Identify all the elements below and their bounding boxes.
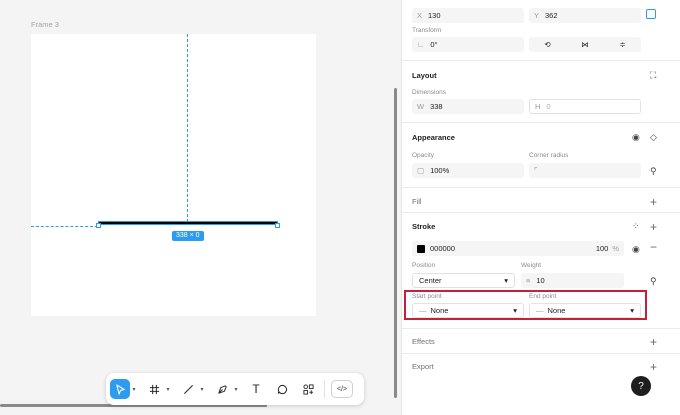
line-tool-icon[interactable] bbox=[178, 379, 198, 399]
blend-mode-icon[interactable]: ◇ bbox=[650, 132, 657, 143]
help-button[interactable]: ? bbox=[631, 376, 651, 396]
text-tool-icon[interactable]: T bbox=[246, 379, 266, 399]
size-badge: 338 × 0 bbox=[172, 231, 204, 241]
rotation-icon: ∟ bbox=[417, 40, 425, 49]
width-field[interactable]: W 338 bbox=[412, 99, 524, 114]
highlight-box bbox=[404, 290, 647, 320]
y-value: 362 bbox=[545, 11, 558, 20]
add-stroke-icon[interactable]: + bbox=[650, 221, 657, 233]
pen-tool-chevron-icon[interactable]: ▾ bbox=[232, 386, 240, 393]
move-tool-chevron-icon[interactable]: ▾ bbox=[130, 386, 138, 393]
flip-horizontal-icon[interactable]: ⋈ bbox=[581, 40, 589, 49]
constraints-icon[interactable] bbox=[646, 9, 656, 19]
stroke-opacity: 100 bbox=[595, 244, 609, 253]
x-value: 130 bbox=[428, 11, 441, 20]
divider bbox=[402, 353, 680, 354]
rotate-90-icon[interactable]: ⟲ bbox=[544, 40, 550, 49]
stroke-styles-icon[interactable]: ⁘ bbox=[632, 221, 640, 232]
fill-title: Fill bbox=[412, 197, 422, 206]
vertical-guide bbox=[187, 34, 188, 222]
layout-title: Layout bbox=[412, 71, 437, 80]
corner-radius-icon: ⌜ bbox=[534, 166, 538, 175]
dimensions-label: Dimensions bbox=[412, 89, 446, 96]
end-handle[interactable] bbox=[275, 223, 280, 228]
add-fill-icon[interactable]: + bbox=[650, 196, 657, 208]
corner-radius-field[interactable]: ⌜ bbox=[529, 163, 641, 178]
opacity-field[interactable]: ▢ 100% bbox=[412, 163, 524, 178]
add-export-icon[interactable]: + bbox=[650, 361, 657, 373]
divider bbox=[402, 187, 680, 188]
resize-to-fit-icon[interactable]: ⛶ bbox=[650, 70, 656, 81]
h-label: H bbox=[535, 102, 541, 111]
toolbar-divider bbox=[324, 380, 325, 398]
canvas[interactable]: Frame 3 338 × 0 ▾ ▾ ▾ ▾ T </> bbox=[0, 0, 401, 415]
stroke-weight-icon: ≡ bbox=[526, 276, 531, 285]
rotation-value: 0° bbox=[430, 40, 438, 49]
x-position-field[interactable]: X 130 bbox=[412, 8, 524, 23]
opacity-icon: ▢ bbox=[417, 166, 425, 175]
stroke-color-swatch[interactable] bbox=[417, 244, 425, 253]
stroke-position-select[interactable]: Center ▾ bbox=[412, 273, 515, 288]
frame[interactable] bbox=[31, 34, 316, 316]
frame-tool-chevron-icon[interactable]: ▾ bbox=[164, 386, 172, 393]
line-tool-chevron-icon[interactable]: ▾ bbox=[198, 386, 206, 393]
divider bbox=[402, 122, 680, 123]
selected-line[interactable] bbox=[98, 221, 278, 225]
divider bbox=[402, 60, 680, 61]
x-label: X bbox=[417, 11, 423, 20]
y-label: Y bbox=[534, 11, 540, 20]
opacity-value: 100% bbox=[430, 166, 450, 175]
opacity-label: Opacity bbox=[412, 152, 435, 159]
frame-label[interactable]: Frame 3 bbox=[31, 20, 59, 29]
y-position-field[interactable]: Y 362 bbox=[529, 8, 641, 23]
export-title: Export bbox=[412, 362, 434, 371]
stroke-weight-label: Weight bbox=[521, 262, 542, 269]
rotation-field[interactable]: ∟ 0° bbox=[412, 37, 524, 52]
vertical-scrollbar[interactable] bbox=[394, 88, 397, 398]
height-field[interactable]: H 0 bbox=[529, 99, 641, 114]
stroke-title: Stroke bbox=[412, 222, 436, 231]
move-tool-icon[interactable] bbox=[110, 379, 130, 399]
visibility-eye-icon[interactable]: ◉ bbox=[632, 132, 640, 143]
transform-label: Transform bbox=[412, 27, 442, 34]
comment-tool-icon[interactable] bbox=[272, 379, 292, 399]
w-value: 338 bbox=[430, 102, 443, 111]
stroke-weight-value: 10 bbox=[536, 276, 545, 285]
divider bbox=[402, 328, 680, 329]
advanced-stroke-icon[interactable]: ⚲ bbox=[650, 276, 657, 287]
transform-actions: ⟲ ⋈ ≑ bbox=[529, 37, 641, 52]
divider bbox=[402, 212, 680, 213]
stroke-weight-field[interactable]: ≡ 10 bbox=[521, 273, 624, 288]
start-handle[interactable] bbox=[96, 223, 101, 228]
stroke-color-field[interactable]: 000000 100 % bbox=[412, 241, 624, 256]
stroke-opacity-unit: % bbox=[612, 244, 619, 253]
effects-title: Effects bbox=[412, 337, 435, 346]
w-label: W bbox=[417, 102, 425, 111]
components-tool-icon[interactable] bbox=[298, 379, 318, 399]
horizontal-guide bbox=[31, 226, 98, 227]
individual-corners-icon[interactable]: ⚲ bbox=[650, 166, 657, 177]
stroke-color-hex: 000000 bbox=[430, 244, 456, 253]
pen-tool-icon[interactable] bbox=[212, 379, 232, 399]
frame-tool-icon[interactable] bbox=[144, 379, 164, 399]
appearance-title: Appearance bbox=[412, 133, 455, 142]
bottom-toolbar: ▾ ▾ ▾ ▾ T </> bbox=[106, 373, 364, 405]
dev-mode-button[interactable]: </> bbox=[331, 380, 353, 398]
corner-radius-label: Corner radius bbox=[529, 152, 569, 159]
h-value: 0 bbox=[546, 102, 551, 111]
stroke-visibility-eye-icon[interactable]: ◉ bbox=[632, 244, 640, 255]
remove-stroke-icon[interactable]: − bbox=[650, 241, 657, 253]
chevron-down-icon: ▾ bbox=[504, 276, 508, 285]
stroke-position-label: Position bbox=[412, 262, 436, 269]
properties-panel: X 130 Y 362 Transform ∟ 0° ⟲ ⋈ ≑ Layout … bbox=[401, 0, 680, 415]
stroke-position-value: Center bbox=[419, 276, 442, 285]
add-effect-icon[interactable]: + bbox=[650, 336, 657, 348]
flip-vertical-icon[interactable]: ≑ bbox=[619, 40, 625, 49]
